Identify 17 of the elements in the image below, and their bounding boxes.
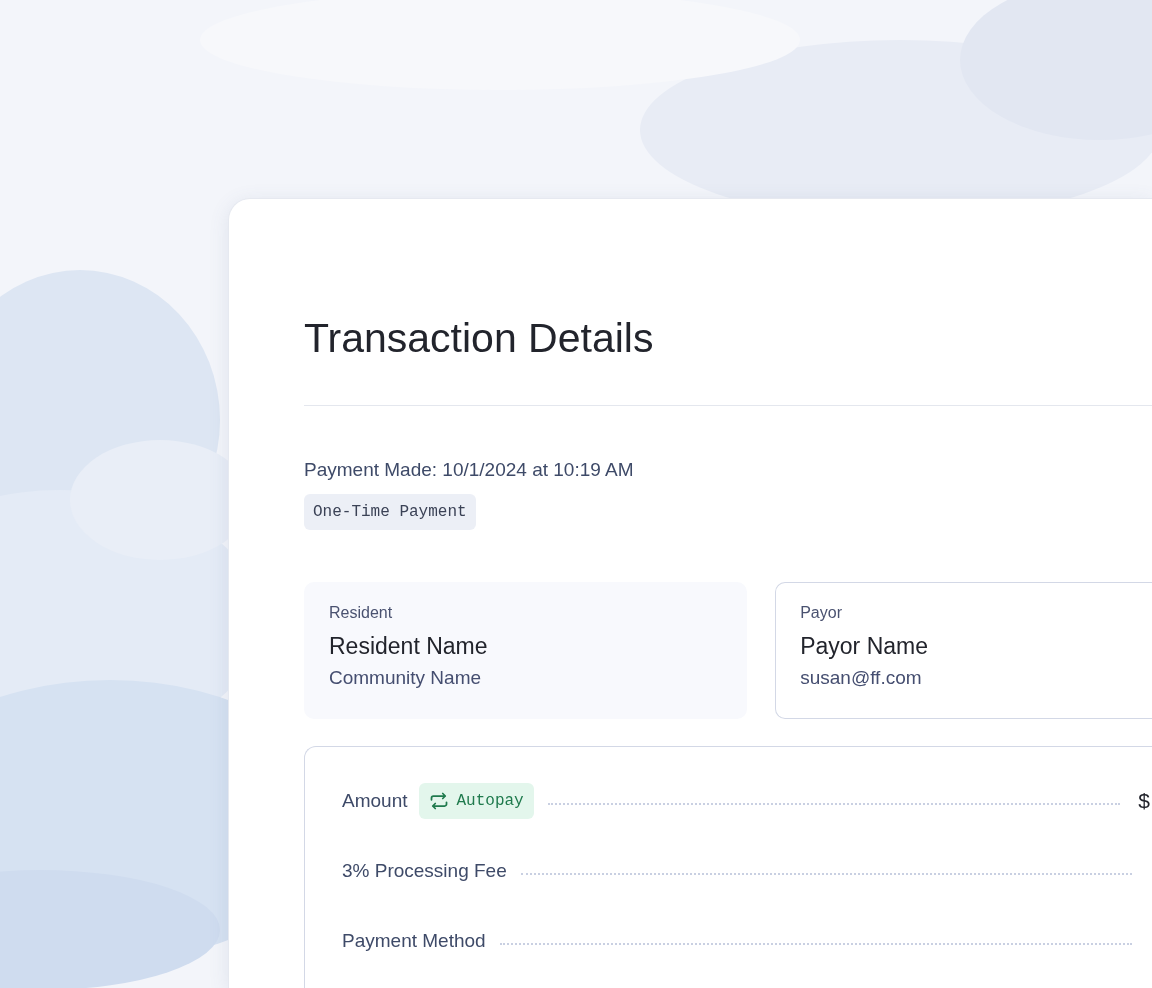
party-card[interactable]: Payor Payor Name susan@ff.com <box>775 582 1152 719</box>
line-label: 3% Processing Fee <box>342 860 507 882</box>
party-detail: susan@ff.com <box>800 666 923 690</box>
party-detail: Community Name <box>329 666 483 690</box>
line-value: $ <box>1138 789 1150 813</box>
payment-type-tag: One-Time Payment <box>304 494 476 530</box>
line-label: Amount <box>342 790 408 812</box>
line-label: Payment Method <box>342 930 486 952</box>
page-title: Transaction Details <box>304 313 1152 406</box>
payment-date: Payment Made: 10/1/2024 at 10:19 AM <box>304 458 635 482</box>
party-card[interactable]: Resident Resident Name Community Name <box>304 582 748 719</box>
party-name: Payor Name <box>800 632 929 660</box>
repeat-icon <box>429 791 450 811</box>
party-name: Resident Name <box>329 632 489 660</box>
party-label: Resident <box>329 603 394 623</box>
party-label: Payor <box>800 603 843 623</box>
badge-text: Autopay <box>456 791 524 811</box>
